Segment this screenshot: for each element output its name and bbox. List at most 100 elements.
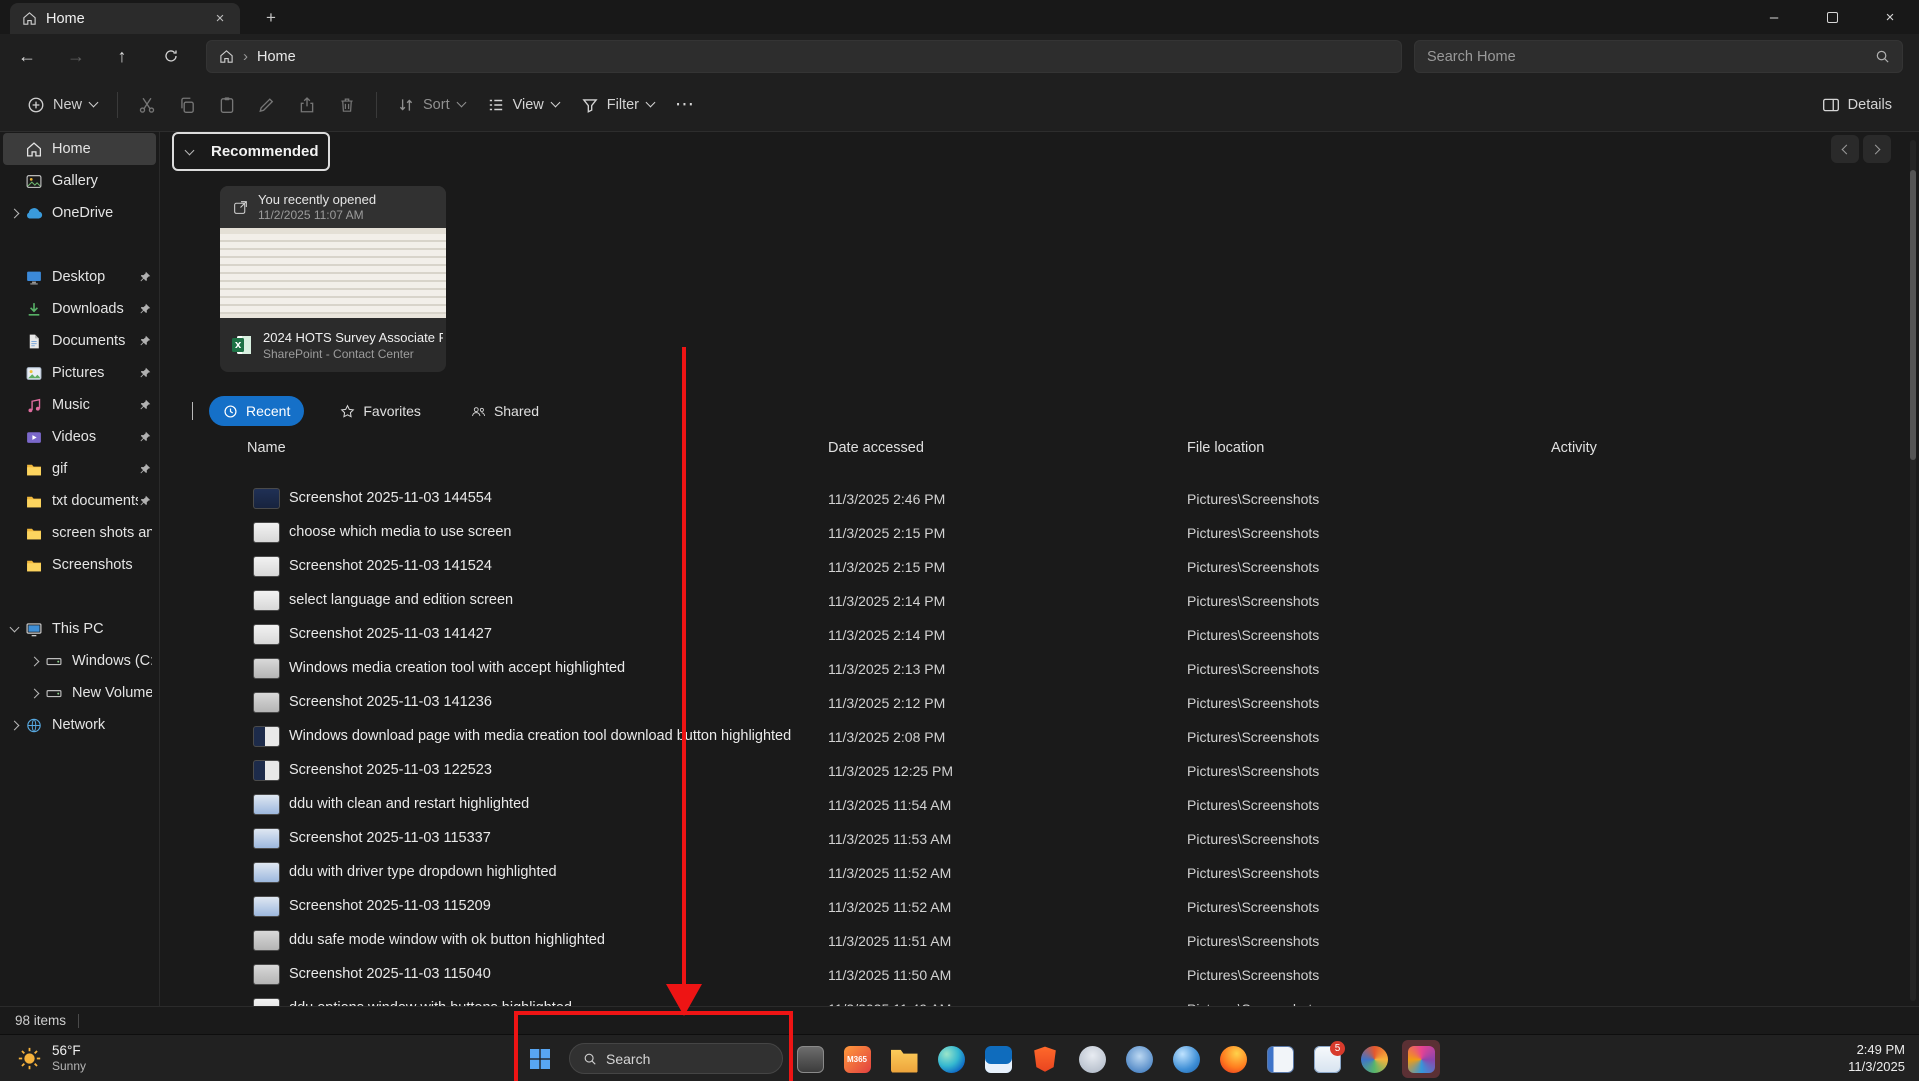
rename-button[interactable]	[247, 88, 287, 122]
m365-app-icon[interactable]: M365	[838, 1040, 876, 1078]
column-header-date-accessed[interactable]: Date accessed	[828, 440, 924, 456]
back-button[interactable]: ←	[8, 38, 46, 74]
share-button[interactable]	[287, 88, 327, 122]
file-explorer-icon[interactable]	[885, 1040, 923, 1078]
tab-recent[interactable]: Recent	[209, 396, 304, 426]
expand-chevron-icon[interactable]	[30, 656, 40, 666]
file-row[interactable]: select language and edition screen 11/3/…	[161, 584, 1908, 618]
user-app-icon[interactable]	[1073, 1040, 1111, 1078]
sidebar-item-downloads[interactable]: Downloads	[3, 293, 156, 325]
sidebar-item-new-volume-d[interactable]: New Volume (D:)	[3, 677, 156, 709]
more-options-button[interactable]: ⋯	[665, 88, 705, 122]
breadcrumb-home-icon[interactable]	[219, 49, 234, 64]
delete-button[interactable]	[327, 88, 367, 122]
notepad-app-icon[interactable]	[1261, 1040, 1299, 1078]
column-header-name[interactable]: Name	[247, 440, 286, 456]
column-header-file-location[interactable]: File location	[1187, 440, 1264, 456]
sidebar-item-this-pc[interactable]: This PC	[3, 613, 156, 645]
paste-button[interactable]	[207, 88, 247, 122]
tab-close-button[interactable]: ×	[208, 8, 232, 30]
file-row[interactable]: Screenshot 2025-11-03 115337 11/3/2025 1…	[161, 822, 1908, 856]
copy-button[interactable]	[167, 88, 207, 122]
tab-favorites[interactable]: Favorites	[326, 396, 435, 426]
sidebar-item-windows-c[interactable]: Windows (C:)	[3, 645, 156, 677]
sidebar-item-home[interactable]: Home	[3, 133, 156, 165]
recommended-header[interactable]: Recommended	[172, 132, 330, 171]
details-button[interactable]: Details	[1811, 88, 1903, 122]
sidebar-item-gif[interactable]: gif	[3, 453, 156, 485]
app-window-icon[interactable]	[791, 1040, 829, 1078]
address-bar[interactable]: › Home	[206, 40, 1402, 73]
expand-chevron-icon[interactable]	[10, 623, 20, 633]
tab-shared[interactable]: Shared	[457, 396, 553, 426]
up-button[interactable]: ↑	[103, 38, 141, 74]
forward-button[interactable]: →	[57, 38, 95, 74]
file-row[interactable]: ddu with clean and restart highlighted 1…	[161, 788, 1908, 822]
collapse-chevron-icon[interactable]	[192, 402, 193, 420]
file-row[interactable]: Screenshot 2025-11-03 115209 11/3/2025 1…	[161, 890, 1908, 924]
file-row[interactable]: ddu options window with buttons highligh…	[161, 992, 1908, 1006]
file-row[interactable]: ddu with driver type dropdown highlighte…	[161, 856, 1908, 890]
sidebar-item-network[interactable]: Network	[3, 709, 156, 741]
scrollbar-thumb[interactable]	[1910, 170, 1916, 460]
weather-widget[interactable]: 56°F Sunny	[8, 1035, 94, 1081]
column-header-activity[interactable]: Activity	[1551, 440, 1597, 456]
taskbar-search[interactable]: Search	[569, 1043, 783, 1074]
search-icon[interactable]	[1875, 49, 1890, 64]
file-row[interactable]: choose which media to use screen 11/3/20…	[161, 516, 1908, 550]
sidebar-item-music[interactable]: Music	[3, 389, 156, 421]
sidebar-item-screen-shots-and-pi[interactable]: screen shots and pi	[3, 517, 156, 549]
file-row[interactable]: Screenshot 2025-11-03 122523 11/3/2025 1…	[161, 754, 1908, 788]
refresh-button[interactable]	[152, 38, 190, 74]
new-tab-button[interactable]: +	[256, 5, 286, 31]
prev-page-button[interactable]	[1831, 135, 1859, 163]
sidebar-item-desktop[interactable]: Desktop	[3, 261, 156, 293]
brave-browser-icon[interactable]	[1026, 1040, 1064, 1078]
file-row[interactable]: Screenshot 2025-11-03 141236 11/3/2025 2…	[161, 686, 1908, 720]
sidebar-item-txt-documents[interactable]: txt documents	[3, 485, 156, 517]
filter-button[interactable]: Filter	[570, 88, 665, 122]
scrollbar[interactable]	[1910, 140, 1916, 1001]
sidebar-item-screenshots[interactable]: Screenshots	[3, 549, 156, 581]
new-button[interactable]: New	[16, 88, 108, 122]
next-page-button[interactable]	[1863, 135, 1891, 163]
recent-file-card[interactable]: You recently opened 11/2/2025 11:07 AM 2…	[220, 186, 446, 372]
close-button[interactable]: ×	[1861, 0, 1919, 34]
highlighted-app-icon[interactable]	[1402, 1040, 1440, 1078]
file-row[interactable]: Screenshot 2025-11-03 115040 11/3/2025 1…	[161, 958, 1908, 992]
mail-app-icon[interactable]: 5	[1308, 1040, 1346, 1078]
view-button[interactable]: View	[476, 88, 570, 122]
file-row[interactable]: Screenshot 2025-11-03 141524 11/3/2025 2…	[161, 550, 1908, 584]
sidebar-item-onedrive[interactable]: OneDrive	[3, 197, 156, 229]
file-row[interactable]: Screenshot 2025-11-03 144554 11/3/2025 2…	[161, 482, 1908, 516]
file-row[interactable]: Screenshot 2025-11-03 141427 11/3/2025 2…	[161, 618, 1908, 652]
file-row[interactable]: Windows download page with media creatio…	[161, 720, 1908, 754]
expand-chevron-icon[interactable]	[10, 720, 20, 730]
collapse-chevron-icon[interactable]	[185, 145, 195, 155]
search-input[interactable]	[1427, 49, 1875, 65]
edge-browser-icon[interactable]	[932, 1040, 970, 1078]
sort-button[interactable]: Sort	[386, 88, 476, 122]
sidebar-item-documents[interactable]: Documents	[3, 325, 156, 357]
picture-icon	[25, 365, 43, 382]
cut-button[interactable]	[127, 88, 167, 122]
search-box[interactable]	[1414, 40, 1903, 73]
sidebar-item-gallery[interactable]: Gallery	[3, 165, 156, 197]
file-row[interactable]: Windows media creation tool with accept …	[161, 652, 1908, 686]
sidebar-item-pictures[interactable]: Pictures	[3, 357, 156, 389]
maximize-button[interactable]	[1803, 0, 1861, 34]
file-row[interactable]: ddu safe mode window with ok button high…	[161, 924, 1908, 958]
clock-widget[interactable]: 2:49 PM 11/3/2025	[1848, 1035, 1905, 1081]
breadcrumb[interactable]: Home	[257, 49, 296, 65]
explorer-tab-home[interactable]: Home ×	[10, 3, 240, 34]
firefox-browser-icon[interactable]	[1214, 1040, 1252, 1078]
expand-chevron-icon[interactable]	[30, 688, 40, 698]
globe-app-icon[interactable]	[1167, 1040, 1205, 1078]
microsoft-store-icon[interactable]	[979, 1040, 1017, 1078]
photos-app-icon[interactable]	[1355, 1040, 1393, 1078]
expand-chevron-icon[interactable]	[10, 208, 20, 218]
people-app-icon[interactable]	[1120, 1040, 1158, 1078]
start-button[interactable]	[521, 1040, 559, 1078]
sidebar-item-videos[interactable]: Videos	[3, 421, 156, 453]
minimize-button[interactable]: –	[1745, 0, 1803, 34]
